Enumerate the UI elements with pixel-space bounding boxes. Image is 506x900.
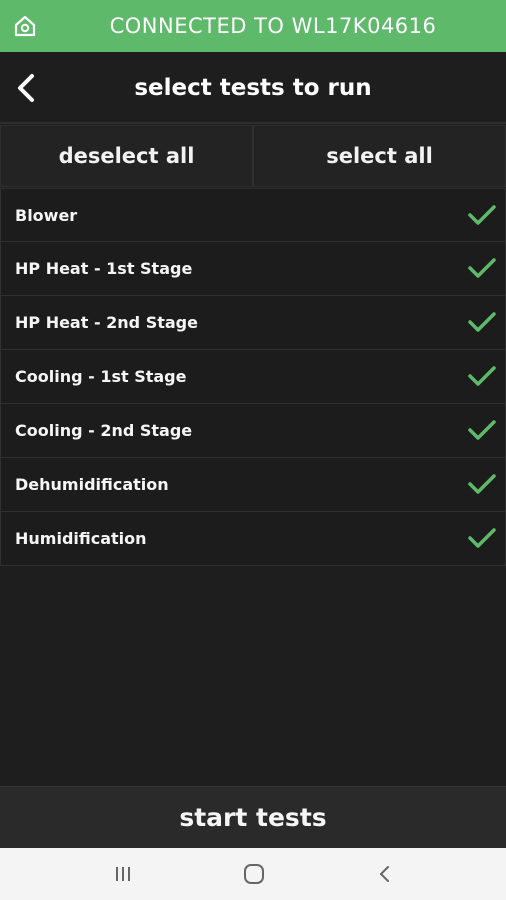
test-label: Blower [15, 205, 78, 225]
back-chevron-icon[interactable] [372, 862, 398, 886]
test-item-dehumidification[interactable]: Dehumidification [0, 458, 506, 512]
connection-status-text: CONNECTED TO WL17K04616 [109, 14, 437, 38]
deselect-all-button[interactable]: deselect all [0, 125, 253, 187]
page-header: select tests to run [0, 52, 506, 124]
select-all-button[interactable]: select all [253, 125, 506, 187]
test-label: Humidification [15, 529, 147, 548]
test-label: Dehumidification [15, 475, 169, 494]
checkmark-icon [468, 420, 496, 440]
test-item-blower[interactable]: Blower [0, 188, 506, 242]
test-label: HP Heat - 2nd Stage [15, 313, 198, 332]
start-tests-button[interactable]: start tests [0, 786, 506, 848]
checkmark-icon [468, 258, 496, 278]
test-label: Cooling - 1st Stage [15, 367, 187, 386]
test-list: Blower HP Heat - 1st Stage HP Heat - 2nd… [0, 188, 506, 566]
home-circle-icon[interactable] [241, 862, 267, 886]
test-item-humidification[interactable]: Humidification [0, 512, 506, 566]
selection-toggle-row: deselect all select all [0, 125, 506, 187]
test-item-hp-heat-1st-stage[interactable]: HP Heat - 1st Stage [0, 242, 506, 296]
test-item-hp-heat-2nd-stage[interactable]: HP Heat - 2nd Stage [0, 296, 506, 350]
checkmark-icon [468, 474, 496, 494]
checkmark-icon [468, 205, 496, 225]
test-item-cooling-1st-stage[interactable]: Cooling - 1st Stage [0, 350, 506, 404]
test-label: Cooling - 2nd Stage [15, 421, 193, 440]
test-label: HP Heat - 1st Stage [15, 259, 193, 278]
checkmark-icon [468, 366, 496, 386]
test-item-cooling-2nd-stage[interactable]: Cooling - 2nd Stage [0, 404, 506, 458]
connection-status-bar: CONNECTED TO WL17K04616 [0, 0, 506, 52]
page-title: select tests to run [134, 75, 372, 101]
recents-icon[interactable] [110, 862, 136, 886]
system-nav-bar [0, 848, 506, 900]
checkmark-icon [468, 528, 496, 548]
checkmark-icon [468, 312, 496, 332]
